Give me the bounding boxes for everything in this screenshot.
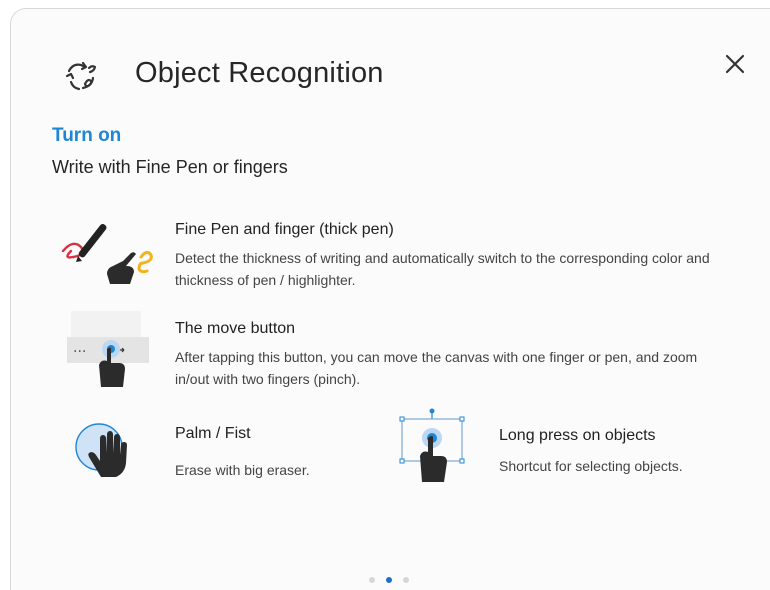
feature-description: Detect the thickness of writing and auto… [175,250,710,288]
feature-description: Erase with big eraser. [175,462,310,478]
dialog-title: Object Recognition [135,57,384,89]
feature-title: Palm / Fist [175,425,251,442]
svg-text:···: ··· [73,344,86,360]
object-recognition-icon [65,61,97,91]
feature-description: Shortcut for selecting objects. [499,458,683,474]
long-press-icon [399,408,465,482]
page-dot[interactable] [403,577,409,583]
palm-icon [75,423,127,477]
turn-on-link[interactable]: Turn on [52,125,121,147]
feature-title: Fine Pen and finger (thick pen) [175,221,394,238]
object-recognition-dialog: Object Recognition Turn on Write with Fi… [10,8,770,590]
pen-and-finger-icon [61,223,153,284]
move-button-icon: ··· [67,311,149,387]
feature-description: After tapping this button, you can move … [175,349,698,387]
subtitle: Write with Fine Pen or fingers [52,157,288,177]
page-dot[interactable] [369,577,375,583]
page-indicator [369,576,409,584]
feature-title: Long press on objects [499,427,656,444]
close-icon[interactable] [721,50,749,78]
page-dot-active[interactable] [386,577,392,583]
feature-title: The move button [175,320,296,337]
